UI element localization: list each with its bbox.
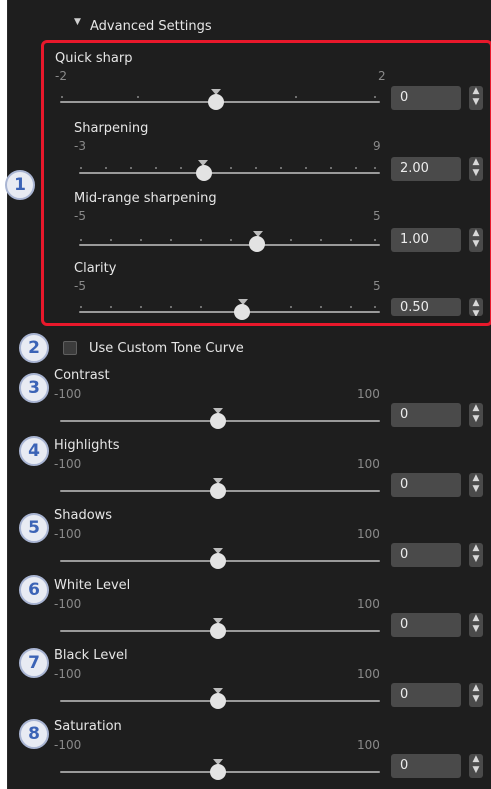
slider-label: Shadows [54,508,113,523]
spin-up-icon[interactable]: ▲ [469,543,483,554]
spin-up-icon[interactable]: ▲ [469,613,483,624]
slider-max: 100 [357,457,380,471]
slider-min: -100 [54,667,82,681]
slider-label: Black Level [54,648,128,663]
callout-7: 7 [19,648,49,678]
spin-up-icon[interactable]: ▲ [469,473,483,484]
spin-down-icon[interactable]: ▼ [469,484,483,495]
slider-label: Saturation [54,719,122,734]
slider-max: 100 [357,597,380,611]
spin-down-icon[interactable]: ▼ [469,694,483,705]
slider-label: Contrast [54,368,110,383]
callout-3: 3 [19,373,49,403]
callout-2: 2 [19,333,49,363]
value-field[interactable]: 0 [391,543,461,567]
slider-max: 100 [357,387,380,401]
spin-buttons[interactable]: ▲ ▼ [469,683,483,707]
callout-1: 1 [5,170,35,200]
slider-knob[interactable] [210,413,226,429]
slider-min: -100 [54,457,82,471]
slider-label: Highlights [54,438,120,453]
spin-down-icon[interactable]: ▼ [469,624,483,635]
spin-buttons[interactable]: ▲ ▼ [469,754,483,778]
tone-curve-checkbox[interactable] [63,341,77,355]
slider-label: White Level [54,578,131,593]
slider-knob[interactable] [210,553,226,569]
spin-up-icon[interactable]: ▲ [469,403,483,414]
callout-6: 6 [19,575,49,605]
spin-down-icon[interactable]: ▼ [469,765,483,776]
value-field[interactable]: 0 [391,403,461,427]
slider-knob[interactable] [210,693,226,709]
callout-5: 5 [19,513,49,543]
spin-buttons[interactable]: ▲ ▼ [469,403,483,427]
callout-4: 4 [19,436,49,466]
value-field[interactable]: 0 [391,754,461,778]
spin-buttons[interactable]: ▲ ▼ [469,613,483,637]
slider-knob[interactable] [210,483,226,499]
slider-max: 100 [357,738,380,752]
slider-max: 100 [357,527,380,541]
spin-buttons[interactable]: ▲ ▼ [469,543,483,567]
slider-min: -100 [54,738,82,752]
callout-8: 8 [19,719,49,749]
slider-knob[interactable] [210,623,226,639]
tone-curve-label[interactable]: Use Custom Tone Curve [89,341,244,356]
value-field[interactable]: 0 [391,613,461,637]
slider-knob[interactable] [210,764,226,780]
slider-min: -100 [54,387,82,401]
spin-down-icon[interactable]: ▼ [469,414,483,425]
spin-down-icon[interactable]: ▼ [469,554,483,565]
spin-up-icon[interactable]: ▲ [469,754,483,765]
slider-max: 100 [357,667,380,681]
slider-min: -100 [54,527,82,541]
value-field[interactable]: 0 [391,683,461,707]
spin-buttons[interactable]: ▲ ▼ [469,473,483,497]
highlight-box [41,40,491,326]
slider-min: -100 [54,597,82,611]
value-field[interactable]: 0 [391,473,461,497]
spin-up-icon[interactable]: ▲ [469,683,483,694]
